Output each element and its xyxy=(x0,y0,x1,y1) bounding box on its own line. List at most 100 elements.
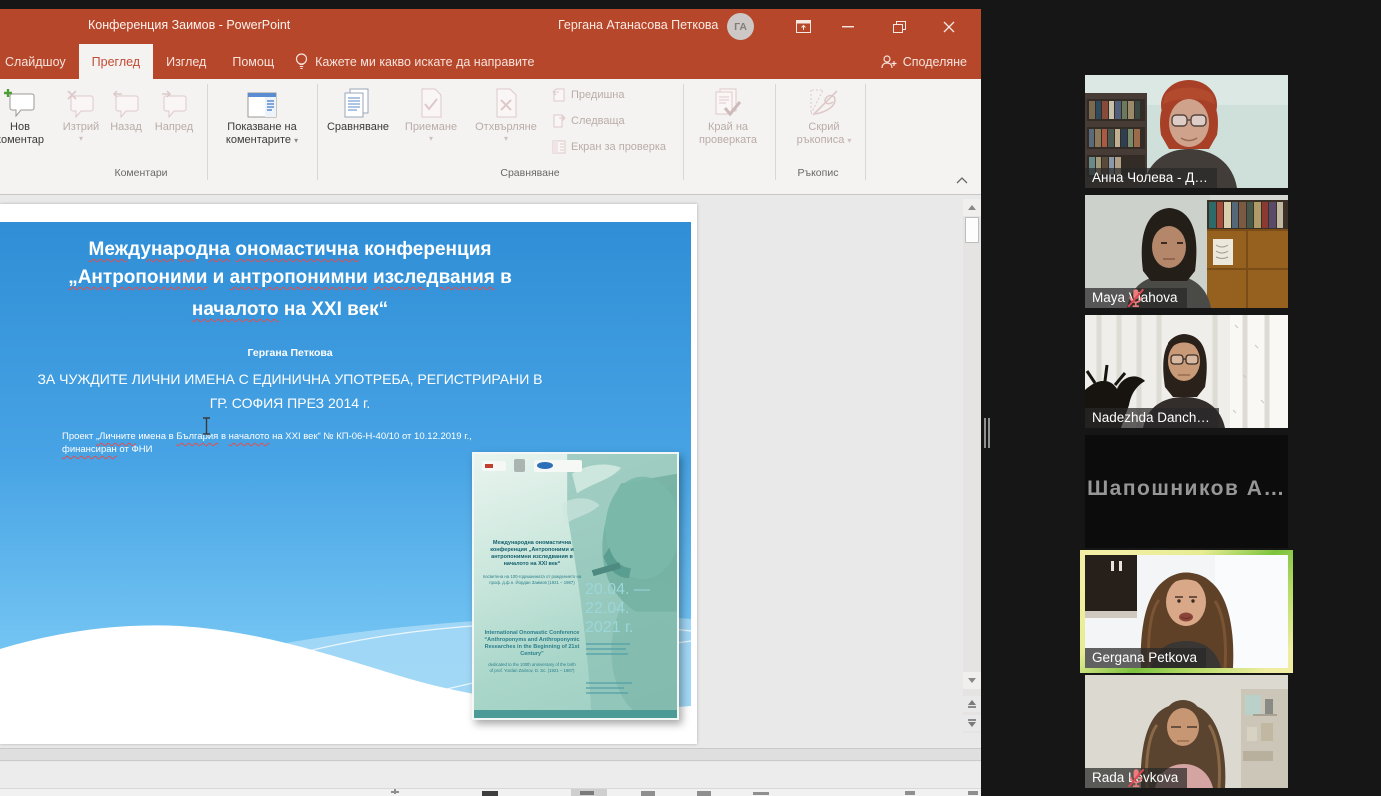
reviewing-pane-button[interactable]: Екран за проверка xyxy=(552,140,666,154)
group-separator xyxy=(683,84,684,180)
close-button[interactable] xyxy=(928,9,970,44)
status-bar xyxy=(0,788,981,796)
tab-review[interactable]: Преглед xyxy=(79,44,153,79)
collapse-chevron-icon xyxy=(956,177,968,184)
show-comments-button[interactable]: Показване на коментарите ▾ xyxy=(212,84,312,147)
accept-icon xyxy=(418,88,444,118)
previous-change-icon xyxy=(552,88,566,102)
previous-comment-button[interactable]: Назад xyxy=(104,84,148,134)
collapse-ribbon-button[interactable] xyxy=(956,171,968,189)
poster-logo xyxy=(482,461,506,471)
delete-comment-button[interactable]: Изтрий ▾ xyxy=(58,84,104,143)
reject-button[interactable]: Отхвърляне ▾ xyxy=(466,84,546,143)
poster-title-bg: Международна ономастична конференция „Ан… xyxy=(479,540,585,568)
view-sorter-button[interactable] xyxy=(641,791,655,796)
participant-name-label: Nadezhda Danch… xyxy=(1085,408,1219,428)
next-change-button[interactable]: Следваща xyxy=(552,114,625,128)
arrow-down-icon xyxy=(968,678,976,683)
hide-ink-icon xyxy=(807,88,841,118)
poster-logo xyxy=(514,459,525,472)
participant-tile[interactable]: Maya Vlahova xyxy=(1085,195,1288,308)
dropdown-arrow: ▾ xyxy=(79,134,83,143)
minimize-button[interactable] xyxy=(827,9,869,44)
conference-poster-image[interactable]: Международна ономастична конференция „Ан… xyxy=(472,452,679,720)
next-comment-button[interactable]: Напред xyxy=(148,84,200,134)
dropdown-arrow: ▾ xyxy=(847,136,851,145)
slide-title-line3[interactable]: началото на XXI век“ xyxy=(30,296,550,324)
ribbon-display-options-button[interactable] xyxy=(782,9,824,44)
show-comments-icon xyxy=(247,92,277,118)
double-down-icon xyxy=(968,722,976,727)
text-cursor xyxy=(202,417,211,435)
status-comments-icon[interactable] xyxy=(482,791,498,796)
muted-mic-icon xyxy=(1085,768,1187,788)
tab-help[interactable]: Помощ xyxy=(219,44,287,79)
dropdown-arrow: ▾ xyxy=(429,134,433,143)
double-up-icon xyxy=(968,700,976,705)
tell-me-label: Кажете ми какво искате да направите xyxy=(315,55,534,69)
active-speaker-border: Gergana Petkova xyxy=(1080,550,1293,673)
new-comment-icon xyxy=(3,88,37,118)
view-reading-button[interactable] xyxy=(697,791,711,796)
slide-title[interactable]: Международна ономастична конференция xyxy=(30,236,550,264)
ribbon-display-icon xyxy=(796,20,811,33)
horizontal-scrollbar[interactable] xyxy=(0,748,981,761)
next-slide-button[interactable] xyxy=(963,715,981,731)
slide-canvas[interactable]: Международна ономастична конференция „Ан… xyxy=(0,204,697,744)
participant-tile[interactable]: Анна Чолева - Д… xyxy=(1085,75,1288,188)
poster-footer-band xyxy=(474,710,677,718)
next-comment-icon xyxy=(159,90,189,118)
ribbon-tab-row: Слайдшоу Преглед Изглед Помощ Кажете ми … xyxy=(0,44,981,79)
scroll-up-button[interactable] xyxy=(963,199,981,216)
group-label-comments: Коментари xyxy=(91,167,191,179)
slide-workspace: Международна ономастична конференция „Ан… xyxy=(0,195,981,796)
group-separator xyxy=(317,84,318,180)
scroll-down-button[interactable] xyxy=(963,672,981,689)
group-label-ink: Ръкопис xyxy=(768,167,868,179)
dropdown-arrow: ▾ xyxy=(504,134,508,143)
participant-tile[interactable]: Rada Levkova xyxy=(1085,675,1288,788)
new-comment-button[interactable]: Новкоментар xyxy=(0,84,56,147)
participant-tile[interactable]: Gergana Petkova xyxy=(1085,555,1288,668)
hide-ink-button[interactable]: Скрий ръкописа ▾ xyxy=(786,84,862,147)
zoom-slider[interactable] xyxy=(753,792,769,795)
vertical-scrollbar[interactable] xyxy=(963,199,981,733)
panel-divider-handle[interactable] xyxy=(984,418,991,448)
zoom-fit-button[interactable] xyxy=(905,791,915,795)
document-title: Конференция Заимов - PowerPoint xyxy=(88,18,290,32)
poster-subtitle-en: dedicated to the 100th anniversary of th… xyxy=(486,662,578,673)
compare-button[interactable]: Сравняване xyxy=(322,84,394,134)
avatar[interactable]: ГА xyxy=(727,13,754,40)
end-review-icon xyxy=(713,88,743,118)
tab-view[interactable]: Изглед xyxy=(153,44,219,79)
account-name: Гергана Атанасова Петкова xyxy=(558,18,718,32)
close-icon xyxy=(943,21,955,33)
restore-button[interactable] xyxy=(878,9,920,44)
scrollbar-thumb[interactable] xyxy=(965,217,979,243)
share-label: Споделяне xyxy=(903,55,967,69)
slide-author[interactable]: Гергана Петкова xyxy=(30,347,550,359)
tab-slideshow[interactable]: Слайдшоу xyxy=(0,44,79,79)
slide-title-line2[interactable]: „Антропоними и антропонимни изследвания … xyxy=(30,264,550,292)
share-button[interactable]: Споделяне xyxy=(881,44,967,79)
participant-tile[interactable]: Шапошников А… xyxy=(1085,435,1288,548)
previous-comment-icon xyxy=(111,90,141,118)
tell-me-box[interactable]: Кажете ми какво искате да направите xyxy=(287,44,542,79)
share-person-icon xyxy=(881,55,897,69)
muted-mic-icon xyxy=(1085,288,1187,308)
powerpoint-window: Конференция Заимов - PowerPoint Гергана … xyxy=(0,9,981,796)
participant-name-label: Maya Vlahova xyxy=(1085,288,1187,308)
compare-icon xyxy=(342,88,374,118)
slide-project-note[interactable]: Проект „Личните имена в България в начал… xyxy=(62,430,542,456)
meeting-screen: Конференция Заимов - PowerPoint Гергана … xyxy=(0,0,1381,796)
participant-name-centered: Шапошников А… xyxy=(1085,477,1288,501)
accept-button[interactable]: Приемане ▾ xyxy=(396,84,466,143)
previous-slide-button[interactable] xyxy=(963,696,981,712)
slide-subtitle[interactable]: ЗА ЧУЖДИТЕ ЛИЧНИ ИМЕНА С ЕДИНИЧНА УПОТРЕ… xyxy=(30,367,550,415)
participant-tile[interactable]: Nadezhda Danch… xyxy=(1085,315,1288,428)
end-review-button[interactable]: Край напроверката xyxy=(688,84,768,147)
poster-logo xyxy=(534,460,582,472)
poster-dates: 20.04. — 22.04. 2021 г. xyxy=(585,580,657,637)
previous-change-button[interactable]: Предишна xyxy=(552,88,624,102)
ribbon: Новкоментар Изтрий ▾ Назад xyxy=(0,79,981,195)
